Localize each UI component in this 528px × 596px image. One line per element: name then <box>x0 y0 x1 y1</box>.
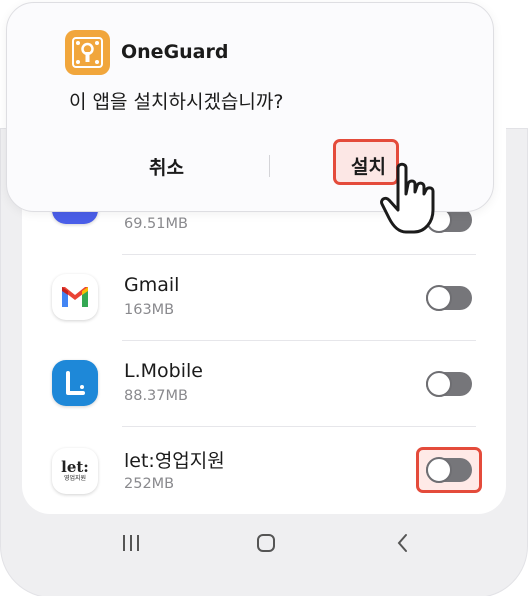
toggle-knob <box>426 457 452 483</box>
toggle-knob <box>426 285 452 311</box>
navigation-bar <box>22 514 506 574</box>
pointing-hand-icon <box>378 160 450 238</box>
divider <box>122 340 476 341</box>
toggle-switch[interactable] <box>426 371 472 397</box>
back-icon[interactable] <box>392 532 414 558</box>
app-size: 252MB <box>124 476 175 492</box>
dialog-app-name: OneGuard <box>121 41 229 63</box>
oneguard-icon <box>65 30 110 75</box>
list-item[interactable]: L.Mobile 88.37MB <box>22 340 506 426</box>
toggle-knob <box>426 371 452 397</box>
toggle-switch[interactable] <box>426 457 472 483</box>
divider <box>122 426 476 427</box>
app-name: let:영업지원 <box>124 450 225 472</box>
dialog-question: 이 앱을 설치하시겠습니까? <box>69 91 284 113</box>
list-item[interactable]: let: 영업지원 let:영업지원 252MB <box>22 426 506 512</box>
recent-apps-icon[interactable] <box>120 532 142 558</box>
app-size: 69.51MB <box>124 216 188 232</box>
let-icon-subtext: 영업지원 <box>63 474 87 482</box>
divider <box>122 254 476 255</box>
app-size: 163MB <box>124 302 175 318</box>
let-icon-text: let: <box>61 457 89 476</box>
lmobile-icon <box>52 360 98 406</box>
list-item[interactable]: Gmail 163MB <box>22 254 506 340</box>
gmail-icon <box>52 274 98 320</box>
cancel-button[interactable]: 취소 <box>149 153 184 180</box>
toggle-switch[interactable] <box>426 285 472 311</box>
home-icon[interactable] <box>255 532 277 558</box>
app-name: Gmail <box>124 274 180 296</box>
app-name: L.Mobile <box>124 360 203 382</box>
app-size: 88.37MB <box>124 388 188 404</box>
let-icon: let: 영업지원 <box>52 448 98 494</box>
button-separator <box>269 155 270 177</box>
